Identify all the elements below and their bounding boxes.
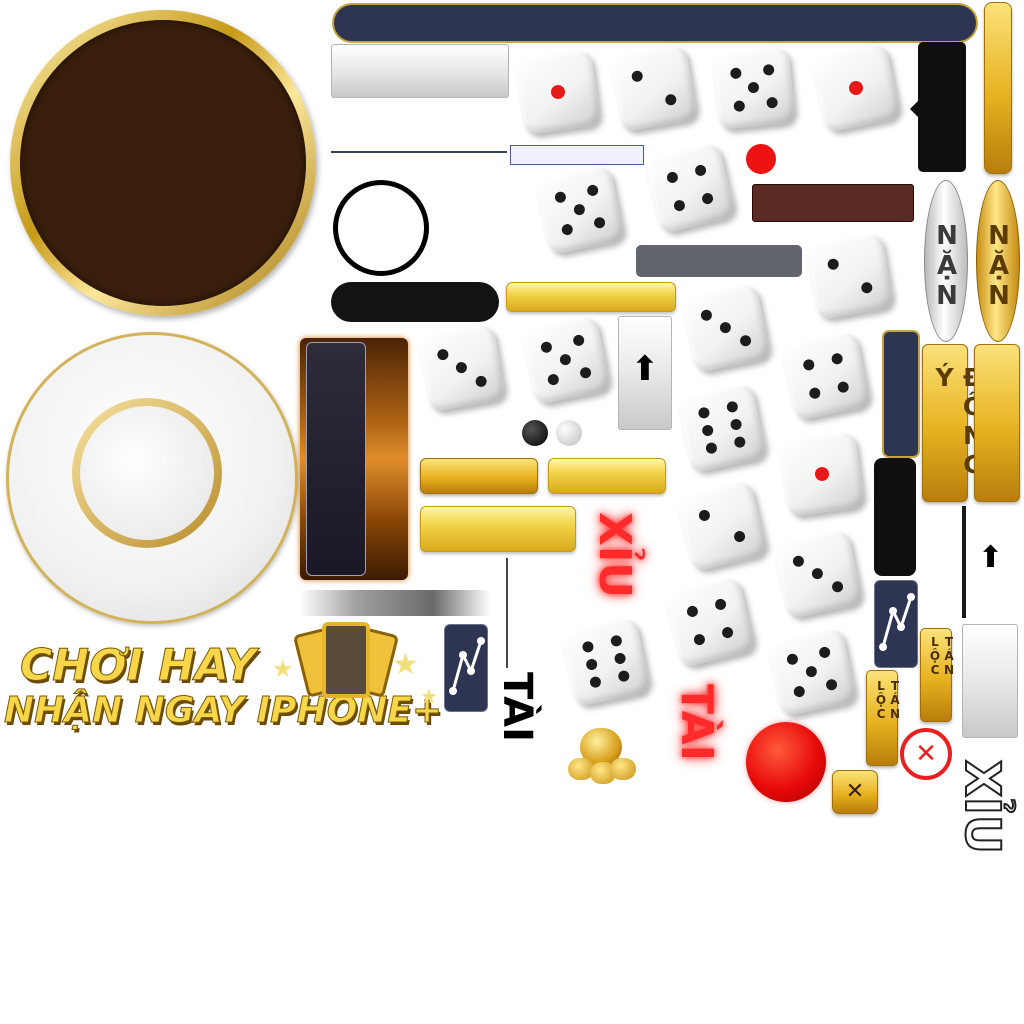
white-ball <box>556 420 582 446</box>
xiu-glow-label: XỈU <box>589 512 640 599</box>
up-arrow-icon: ⬆ <box>978 540 1004 575</box>
die-face-5 <box>712 46 796 130</box>
tan-loc-label: TÁN LỘC <box>874 679 902 721</box>
die-face-4 <box>643 141 737 235</box>
grey-bar <box>636 245 802 277</box>
die-face-6 <box>560 616 652 708</box>
tan-loc-label: TÁN LỘC <box>928 635 956 677</box>
silver-block <box>962 624 1018 738</box>
dong-y-button[interactable]: ĐỒNG Ý <box>922 344 988 502</box>
die-face-4 <box>780 330 872 422</box>
die-face-5 <box>534 164 626 256</box>
gold-button-blank[interactable] <box>974 344 1020 502</box>
nan-button-gold[interactable]: NẶN <box>976 180 1020 342</box>
die-face-3 <box>772 528 864 620</box>
wood-frame <box>300 338 408 580</box>
star-icon: ★ <box>420 684 438 708</box>
divider-line <box>331 151 507 153</box>
phone-icon <box>322 622 370 698</box>
gold-bar <box>506 282 676 312</box>
die-face-2 <box>805 231 895 321</box>
black-ball <box>522 420 548 446</box>
die-face-2 <box>609 43 699 133</box>
die-face-6 <box>676 382 768 474</box>
black-ring <box>333 180 429 276</box>
blue-outline-bar <box>510 145 644 165</box>
thin-line <box>506 558 508 668</box>
red-ball <box>746 722 826 802</box>
die-face-5 <box>520 314 612 406</box>
gold-button-large[interactable] <box>420 506 576 552</box>
die-face-3 <box>417 323 507 413</box>
die-face-5 <box>766 626 858 718</box>
grey-gradient-bar <box>300 590 490 616</box>
black-bar-vertical <box>874 458 916 576</box>
die-face-1 <box>515 49 601 135</box>
star-icon: ★ <box>272 655 294 683</box>
die-face-2 <box>675 479 769 573</box>
gold-button-small[interactable] <box>548 458 666 494</box>
close-button[interactable]: ✕ <box>832 770 878 814</box>
die-face-1 <box>779 431 865 517</box>
navy-bar-vertical <box>882 330 920 458</box>
white-saucer <box>6 332 298 624</box>
tan-loc-button[interactable]: TÁN LỘC <box>920 628 956 722</box>
nan-label: NẶN <box>932 221 962 311</box>
tai-glow-label: TÀI <box>671 684 722 762</box>
navy-bar-wide <box>332 3 978 43</box>
stats-icon[interactable] <box>874 580 918 668</box>
gold-coin-bag-icon <box>566 722 636 786</box>
black-panel <box>918 42 966 172</box>
die-face-4 <box>663 575 757 669</box>
tai-label: TÀI <box>494 672 540 743</box>
up-arrow-bar[interactable] <box>962 506 966 618</box>
die-face-3 <box>680 282 772 374</box>
promo-line-1: CHƠI HAY <box>20 640 257 692</box>
star-icon: ★ <box>392 647 419 682</box>
gold-bar-vertical <box>984 2 1012 174</box>
up-arrow-icon: ⬆ <box>630 349 660 389</box>
up-arrow-panel[interactable]: ⬆ <box>618 316 672 430</box>
close-circle-icon[interactable]: ✕ <box>900 728 952 780</box>
tan-loc-button[interactable]: TÁN LỘC <box>866 670 902 766</box>
xiu-outline-label: XỈU <box>953 759 1011 855</box>
die-face-1 <box>810 42 902 134</box>
gold-button-small[interactable] <box>420 458 538 494</box>
stats-icon[interactable] <box>444 624 488 712</box>
red-dot <box>746 144 776 174</box>
brown-plate <box>10 10 316 316</box>
nan-label: NẶN <box>984 221 1014 311</box>
maroon-bar <box>752 184 914 222</box>
silver-bar <box>331 44 509 98</box>
nan-button-silver[interactable]: NẶN <box>924 180 968 342</box>
black-pill <box>331 282 499 322</box>
